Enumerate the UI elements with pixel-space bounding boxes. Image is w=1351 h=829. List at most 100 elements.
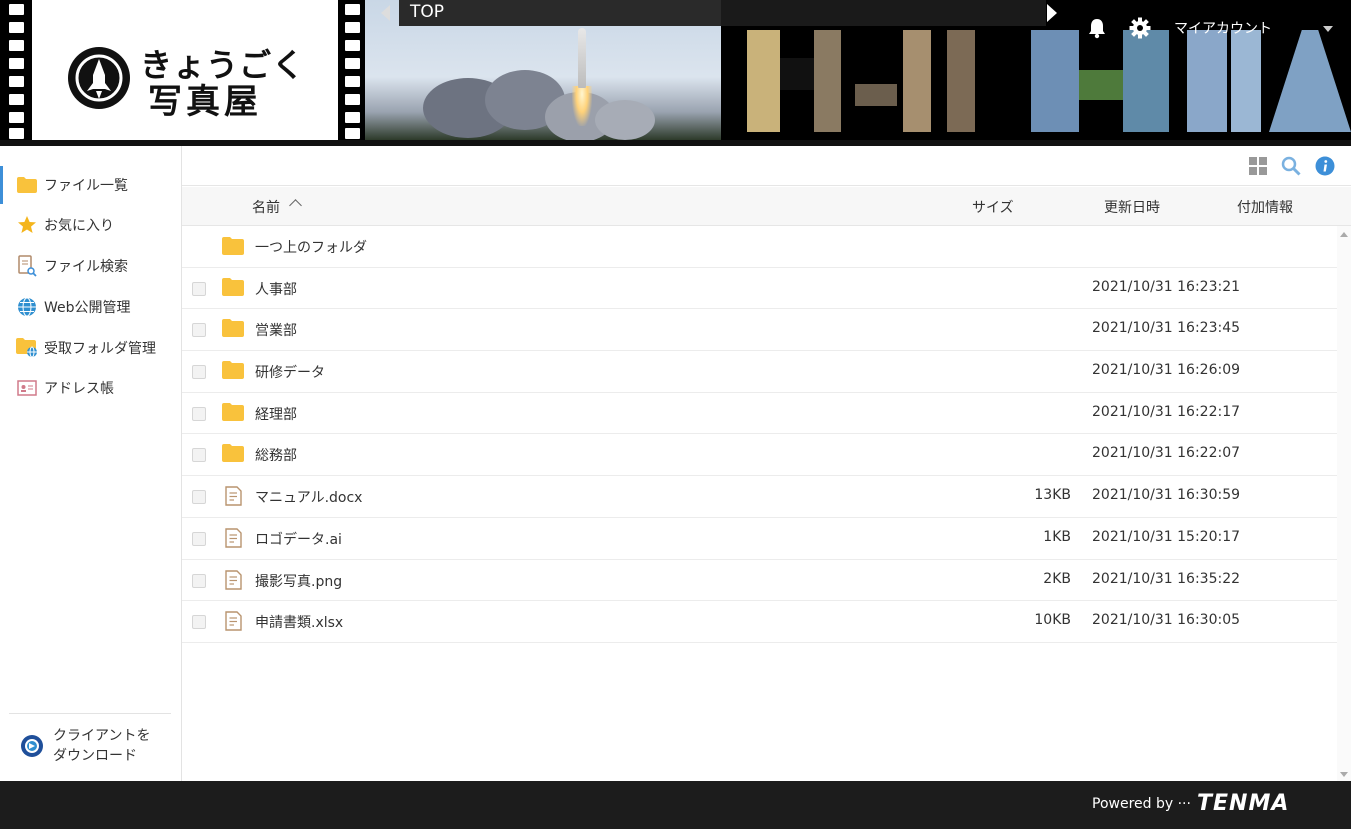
document-icon [222,486,244,506]
folder-icon [222,444,244,464]
search-icon[interactable] [1281,156,1301,176]
sidebar-item-web-publish[interactable]: Web公開管理 [0,288,181,326]
folder-icon [222,361,244,381]
breadcrumb-bar [721,0,1046,26]
row-date: 2021/10/31 15:20:17 [1092,528,1241,545]
chevron-down-icon[interactable] [1323,26,1333,32]
logo-text-line2: 写真屋 [148,82,262,122]
table-row[interactable]: 経理部 2021/10/31 16:22:17 [182,393,1337,435]
client-download-line1: クライアントを [53,728,151,744]
camera-rocket-logo-icon [68,47,130,109]
sidebar-item-address-book[interactable]: アドレス帳 [0,369,181,407]
client-download-link[interactable]: クライアントを ダウンロード [20,726,150,766]
grid-view-icon[interactable] [1248,156,1268,176]
sidebar-item-file-list[interactable]: ファイル一覧 [0,166,181,204]
table-row[interactable]: マニュアル.docx 13KB 2021/10/31 16:30:59 [182,476,1337,518]
row-checkbox[interactable] [192,406,206,421]
file-search-icon [16,255,38,277]
parent-folder-row[interactable]: 一つ上のフォルダ [182,226,1337,268]
row-date: 2021/10/31 16:23:21 [1092,278,1241,295]
row-checkbox[interactable] [192,490,206,505]
row-name[interactable]: 経理部 [255,404,297,424]
table-row[interactable]: 撮影写真.png 2KB 2021/10/31 16:35:22 [182,560,1337,602]
breadcrumb-forward-icon[interactable] [1047,4,1057,22]
table-row[interactable]: 研修データ 2021/10/31 16:26:09 [182,351,1337,393]
sidebar-item-label: Web公開管理 [44,300,131,316]
folder-icon [222,237,244,255]
sidebar-item-label: アドレス帳 [44,381,114,397]
table-row[interactable]: 申請書類.xlsx 10KB 2021/10/31 16:30:05 [182,601,1337,643]
row-name[interactable]: 撮影写真.png [255,571,342,591]
table-row[interactable]: 人事部 2021/10/31 16:23:21 [182,268,1337,310]
row-date: 2021/10/31 16:22:17 [1092,403,1241,420]
column-name[interactable]: 名前 [252,197,280,217]
row-size: 2KB [1043,570,1071,587]
row-size: 13KB [1034,487,1071,504]
row-name[interactable]: マニュアル.docx [255,487,362,507]
tenma-logo: TENMA [1197,791,1290,816]
table-row[interactable]: ロゴデータ.ai 1KB 2021/10/31 15:20:17 [182,518,1337,560]
row-date: 2021/10/31 16:22:07 [1092,445,1241,462]
column-modified[interactable]: 更新日時 [1104,197,1160,217]
bell-icon[interactable] [1086,17,1108,39]
row-date: 2021/10/31 16:23:45 [1092,320,1241,337]
folder-icon [16,174,38,196]
sidebar-item-label: 受取フォルダ管理 [44,341,156,357]
sidebar-item-favorites[interactable]: お気に入り [0,206,181,244]
table-header: 名前 サイズ 更新日時 付加情報 [182,187,1351,226]
document-icon [222,611,244,631]
row-checkbox[interactable] [192,365,206,380]
row-checkbox[interactable] [192,448,206,463]
row-name[interactable]: ロゴデータ.ai [255,529,342,549]
row-name[interactable]: 総務部 [255,445,297,465]
gear-icon[interactable] [1129,17,1151,39]
my-account-menu[interactable]: マイアカウント [1174,18,1272,38]
powered-by-text: Powered by ··· [1092,796,1191,812]
toolbar [182,146,1351,186]
client-download-line2: ダウンロード [53,748,137,764]
vertical-scrollbar[interactable] [1337,226,1351,781]
breadcrumb[interactable]: TOP [399,0,721,26]
header-banner: きょうごく 写真屋 TOP マイアカウント [0,0,1351,146]
folder-icon [222,319,244,339]
row-checkbox[interactable] [192,281,206,296]
table-row[interactable]: 総務部 2021/10/31 16:22:07 [182,434,1337,477]
client-app-icon [21,735,43,757]
document-icon [222,528,244,548]
sidebar: ファイル一覧 お気に入り ファイル検索 Web公開管理 受取フォルダ管理 アドレ… [0,146,182,781]
row-name[interactable]: 研修データ [255,362,325,382]
document-icon [222,569,244,590]
globe-icon [16,296,38,318]
info-icon[interactable] [1315,156,1335,176]
sidebar-item-file-search[interactable]: ファイル検索 [0,247,181,285]
file-list-panel: 名前 サイズ 更新日時 付加情報 一つ上のフォルダ 人事部 2021/10/31 … [182,146,1351,781]
scroll-up-icon[interactable] [1340,232,1348,237]
sidebar-item-label: お気に入り [44,218,114,234]
footer: Powered by ··· TENMA [0,781,1351,829]
film-strip: きょうごく 写真屋 [0,0,365,142]
row-date: 2021/10/31 16:30:05 [1092,612,1241,629]
sort-ascending-icon[interactable] [289,199,302,212]
row-checkbox[interactable] [192,323,206,338]
row-name[interactable]: 申請書類.xlsx [255,612,343,632]
row-size: 10KB [1034,612,1071,629]
row-date: 2021/10/31 16:26:09 [1092,362,1241,379]
row-name[interactable]: 人事部 [255,279,297,299]
film-holes-left [4,0,30,142]
column-extra-info[interactable]: 付加情報 [1237,197,1293,217]
breadcrumb-back-icon[interactable] [381,5,390,21]
sidebar-item-receive-folder[interactable]: 受取フォルダ管理 [0,329,181,367]
logo[interactable]: きょうごく 写真屋 [32,0,338,140]
parent-folder-label: 一つ上のフォルダ [255,240,367,256]
row-checkbox[interactable] [192,615,206,630]
column-size[interactable]: サイズ [972,197,1014,217]
star-icon [16,214,38,236]
table-row[interactable]: 営業部 2021/10/31 16:23:45 [182,309,1337,352]
folder-globe-icon [16,337,38,359]
scroll-down-icon[interactable] [1340,772,1348,777]
sidebar-divider [9,713,171,714]
row-checkbox[interactable] [192,573,206,588]
folder-icon [222,277,244,298]
row-name[interactable]: 営業部 [255,320,297,340]
row-checkbox[interactable] [192,531,206,546]
